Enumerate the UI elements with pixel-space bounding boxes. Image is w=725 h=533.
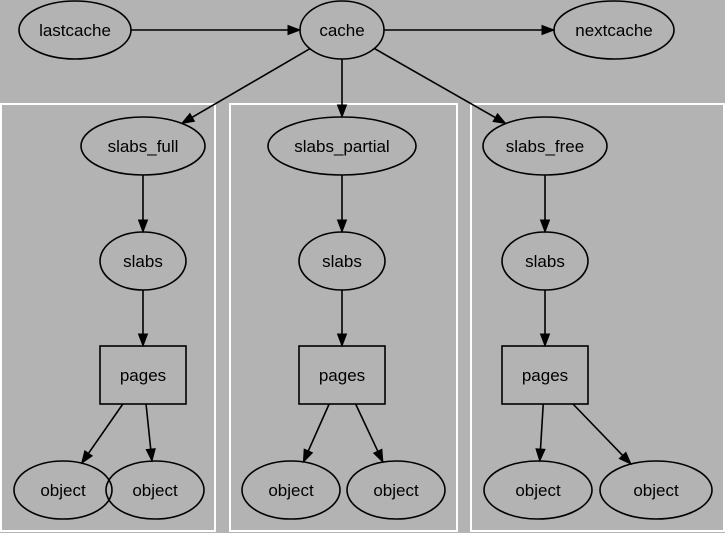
arrowhead-icon [372,448,384,464]
arrowhead-icon [336,219,348,234]
node-pages3: pages [501,345,589,405]
edge-slabs_partial-to-slabs2 [336,175,348,234]
edge-slabs3-to-pages3 [539,290,551,348]
edge-lastcache-to-cache [131,24,302,36]
edge-pages3-to-obj3b [572,403,632,466]
edge-line [373,47,496,119]
node-label: slabs_full [108,137,179,156]
arrowhead-icon [80,449,94,465]
node-label: slabs [525,252,565,271]
cluster-partial [229,103,458,532]
node-label: slabs [123,252,163,271]
arrowhead-icon [539,219,551,234]
edge-cache-to-nextcache [384,24,556,36]
cluster-free [470,103,725,532]
node-obj1b: object [105,460,205,520]
arrowhead-icon [539,333,551,348]
node-label: object [515,481,561,500]
edge-pages1-to-obj1b [145,403,156,463]
node-pages2: pages [298,345,386,405]
edge-line [145,403,152,450]
edge-cache-to-slabs_free [373,47,507,125]
slab-cache-diagram: lastcache cache nextcache slabs_full slabs_p… [0,0,725,532]
edges [80,24,632,466]
node-label: pages [522,366,568,385]
node-label: pages [319,366,365,385]
edge-pages2-to-obj2b [354,403,384,464]
nodes: lastcache cache nextcache slabs_full slabs_p… [13,0,713,520]
arrowhead-icon [145,448,156,463]
node-obj1a: object [13,460,113,520]
edge-pages2-to-obj2a [302,403,330,464]
node-label: slabs [322,252,362,271]
arrowhead-icon [180,112,196,125]
arrowhead-icon [137,333,149,348]
edge-line [307,403,330,452]
arrowhead-icon [541,24,556,36]
edge-cache-to-slabs_full [180,48,311,125]
arrowhead-icon [302,448,314,464]
edge-pages3-to-obj3a [535,403,546,463]
node-lastcache: lastcache [18,0,132,60]
node-label: slabs_partial [294,137,389,156]
edge-slabs2-to-pages2 [336,290,348,348]
node-pages1: pages [99,345,187,405]
node-label: cache [319,21,364,40]
edge-line [87,403,124,454]
edge-pages1-to-obj1a [80,403,124,465]
node-slabs_partial: slabs_partial [267,116,417,176]
node-label: object [633,481,679,500]
edge-slabs_full-to-slabs1 [137,175,149,234]
node-slabs1: slabs [99,231,187,291]
arrowhead-icon [492,112,507,125]
edge-slabs_free-to-slabs3 [539,175,551,234]
node-label: nextcache [575,21,653,40]
arrowhead-icon [137,219,149,234]
node-obj2b: object [346,460,446,520]
edge-line [572,403,624,456]
node-obj3a: object [483,460,593,520]
node-label: object [373,481,419,500]
node-cache: cache [299,0,385,60]
node-obj2a: object [241,460,341,520]
edge-line [354,403,379,452]
arrowhead-icon [336,333,348,348]
arrowhead-icon [287,24,302,36]
node-label: slabs_free [506,137,584,156]
edge-line [191,48,311,119]
node-label: object [132,481,178,500]
arrowhead-icon [535,448,546,463]
node-label: pages [120,366,166,385]
node-nextcache: nextcache [553,0,675,60]
node-obj3b: object [599,460,713,520]
node-slabs_free: slabs_free [482,116,608,176]
arrowhead-icon [336,104,348,119]
node-slabs2: slabs [298,231,386,291]
edge-slabs1-to-pages1 [137,290,149,348]
node-label: object [40,481,86,500]
edge-line [539,403,545,450]
node-label: object [268,481,314,500]
node-slabs3: slabs [501,231,589,291]
edge-cache-to-slabs_partial [336,59,348,119]
clusters [0,103,725,532]
node-label: lastcache [39,21,111,40]
node-slabs_full: slabs_full [80,116,206,176]
